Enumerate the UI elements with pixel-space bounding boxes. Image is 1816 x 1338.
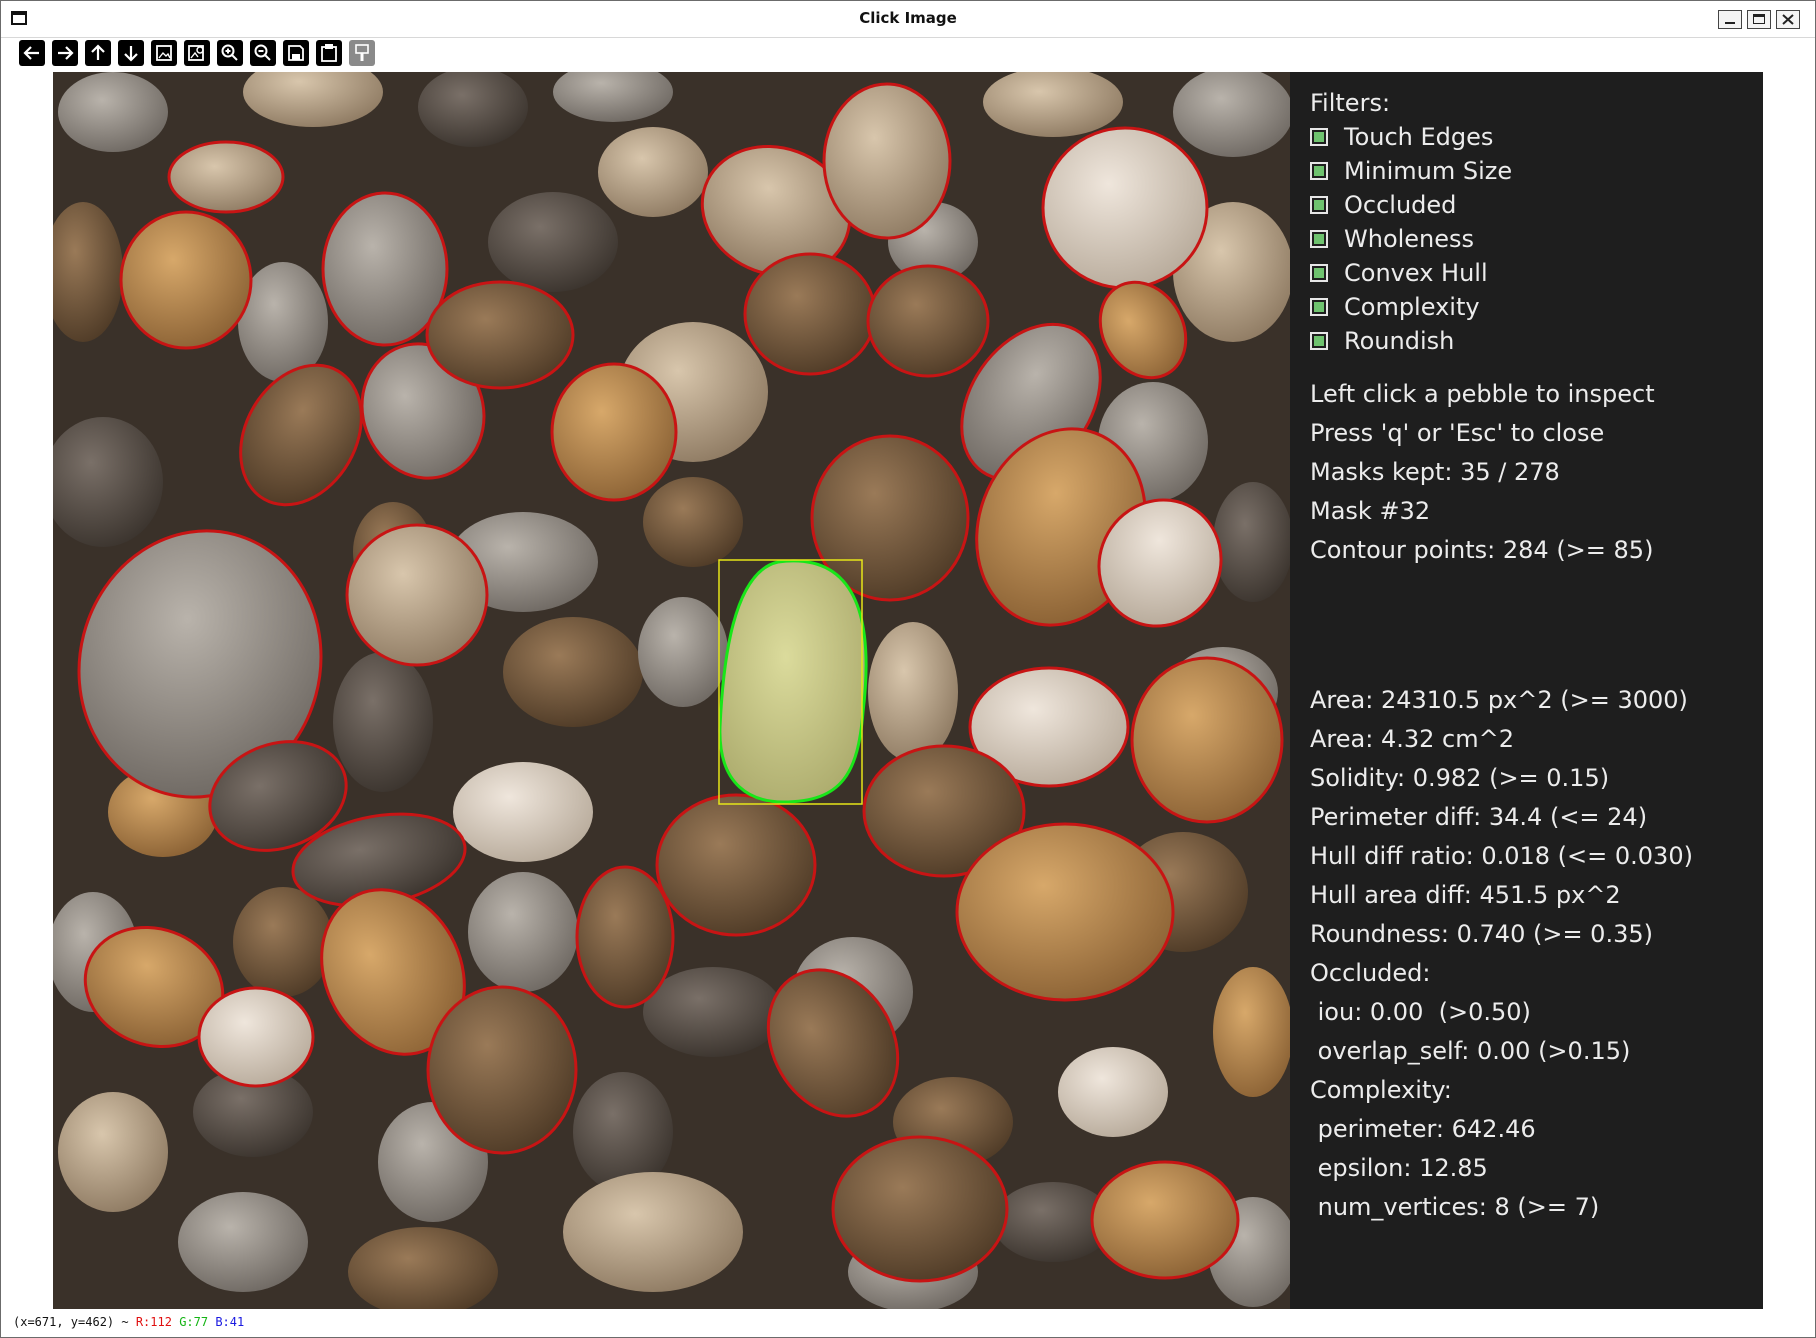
brush-icon: [355, 44, 369, 61]
zoom-in-icon: [221, 44, 238, 61]
image-icon: [156, 45, 172, 61]
filter-label[interactable]: Occluded: [1344, 191, 1456, 219]
metric-line: Complexity:: [1310, 1076, 1452, 1104]
green-value: G:77: [179, 1315, 209, 1329]
window-title: Click Image: [859, 9, 957, 27]
forward-button[interactable]: [52, 40, 78, 66]
pebble-contour: [955, 822, 1175, 1002]
filter-checkbox[interactable]: [1310, 162, 1328, 180]
pebble-contour: [425, 280, 575, 390]
pebble-contour: [1130, 656, 1284, 824]
instruction-line: Contour points: 284 (>= 85): [1310, 536, 1654, 564]
metric-line: Hull diff ratio: 0.018 (<= 0.030): [1310, 842, 1693, 870]
zoom-in-button[interactable]: [217, 40, 243, 66]
metric-line: Roundness: 0.740 (>= 0.35): [1310, 920, 1653, 948]
metric-line: iou: 0.00 (>0.50): [1310, 998, 1531, 1026]
checkbox-checked-mark: [1314, 336, 1324, 346]
arrow-right-icon: [58, 46, 74, 60]
checkbox-checked-mark: [1314, 234, 1324, 244]
instruction-line: Masks kept: 35 / 278: [1310, 458, 1560, 486]
pixel-readout: (x=671, y=462) ~ R:112 G:77 B:41: [13, 1315, 244, 1329]
save-button[interactable]: [283, 40, 309, 66]
metric-line: Perimeter diff: 34.4 (<= 24): [1310, 803, 1648, 831]
pebble-contour: [167, 140, 285, 214]
up-button[interactable]: [85, 40, 111, 66]
metric-line: num_vertices: 8 (>= 7): [1310, 1193, 1600, 1221]
metric-line: overlap_self: 0.00 (>0.15): [1310, 1037, 1631, 1065]
checkbox-checked-mark: [1314, 166, 1324, 176]
metric-line: Hull area diff: 451.5 px^2: [1310, 881, 1621, 909]
pebble-contour: [575, 865, 675, 1009]
instruction-line: Left click a pebble to inspect: [1310, 380, 1655, 408]
metric-line: Occluded:: [1310, 959, 1431, 987]
filter-checkbox[interactable]: [1310, 332, 1328, 350]
properties-button[interactable]: [349, 40, 375, 66]
pebble-contour: [866, 264, 990, 378]
zoom-original-button[interactable]: [184, 40, 210, 66]
filter-checkbox[interactable]: [1310, 264, 1328, 282]
pebble-contour: [550, 362, 678, 502]
click-image-window: Click Image Filters: Touch Edges Minimum…: [0, 0, 1816, 1338]
instruction-line: Mask #32: [1310, 497, 1431, 525]
pebble-contour: [345, 523, 489, 667]
checkbox-checked-mark: [1314, 132, 1324, 142]
image-magnify-icon: [188, 45, 204, 61]
metric-line: epsilon: 12.85: [1310, 1154, 1488, 1182]
filter-label[interactable]: Convex Hull: [1344, 259, 1488, 287]
maximize-button[interactable]: [1747, 10, 1771, 29]
filter-checkbox[interactable]: [1310, 298, 1328, 316]
filter-label[interactable]: Minimum Size: [1344, 157, 1512, 185]
inspection-panel: Filters: Touch Edges Minimum Size Occluded…: [1290, 72, 1763, 1309]
image-viewport[interactable]: Filters: Touch Edges Minimum Size Occluded…: [53, 72, 1763, 1309]
arrow-down-icon: [124, 46, 138, 62]
filter-label[interactable]: Wholeness: [1344, 225, 1474, 253]
filter-checkbox[interactable]: [1310, 196, 1328, 214]
metric-line: perimeter: 642.46: [1310, 1115, 1536, 1143]
blue-value: B:41: [215, 1315, 245, 1329]
red-value: R:112: [135, 1315, 172, 1329]
pebble-contour: [1090, 1160, 1240, 1280]
metric-line: Area: 4.32 cm^2: [1310, 725, 1514, 753]
filter-checkbox[interactable]: [1310, 230, 1328, 248]
selected-pebble-contour: [718, 559, 868, 804]
cursor-coords: (x=671, y=462) ~: [13, 1315, 136, 1329]
copy-button[interactable]: [316, 40, 342, 66]
metric-line: Solidity: 0.982 (>= 0.15): [1310, 764, 1610, 792]
arrow-left-icon: [23, 46, 39, 60]
pebble-contour: [743, 252, 877, 376]
pebble-contour: [426, 985, 578, 1155]
arrow-up-icon: [91, 44, 105, 60]
filter-checkbox[interactable]: [1310, 128, 1328, 146]
pebble-contour: [119, 210, 253, 350]
clipboard-icon: [321, 44, 337, 62]
pebbles-photo-canvas[interactable]: [53, 72, 1290, 1309]
pebble-contour: [197, 986, 315, 1088]
checkbox-checked-mark: [1314, 200, 1324, 210]
back-button[interactable]: [19, 40, 45, 66]
zoom-out-button[interactable]: [250, 40, 276, 66]
title-bar[interactable]: Click Image: [1, 1, 1815, 38]
status-bar: (x=671, y=462) ~ R:112 G:77 B:41: [1, 1309, 1815, 1337]
close-button[interactable]: [1776, 10, 1800, 29]
checkbox-checked-mark: [1314, 268, 1324, 278]
filter-label[interactable]: Roundish: [1344, 327, 1454, 355]
instruction-line: Press 'q' or 'Esc' to close: [1310, 419, 1605, 447]
pebble-contour: [1041, 126, 1209, 290]
pebble-contour: [831, 1135, 1009, 1283]
filter-label[interactable]: Touch Edges: [1344, 123, 1493, 151]
zoom-fit-button[interactable]: [151, 40, 177, 66]
floppy-icon: [288, 45, 304, 61]
toolbar: [1, 38, 1815, 72]
metric-line: Area: 24310.5 px^2 (>= 3000): [1310, 686, 1688, 714]
pebble-contour: [822, 82, 952, 240]
zoom-out-icon: [254, 44, 271, 61]
checkbox-checked-mark: [1314, 302, 1324, 312]
pebble-image[interactable]: [53, 72, 1290, 1309]
pebble-contour: [655, 793, 817, 937]
minimize-button[interactable]: [1718, 10, 1742, 29]
filter-label[interactable]: Complexity: [1344, 293, 1480, 321]
filters-title: Filters:: [1310, 89, 1391, 117]
down-button[interactable]: [118, 40, 144, 66]
